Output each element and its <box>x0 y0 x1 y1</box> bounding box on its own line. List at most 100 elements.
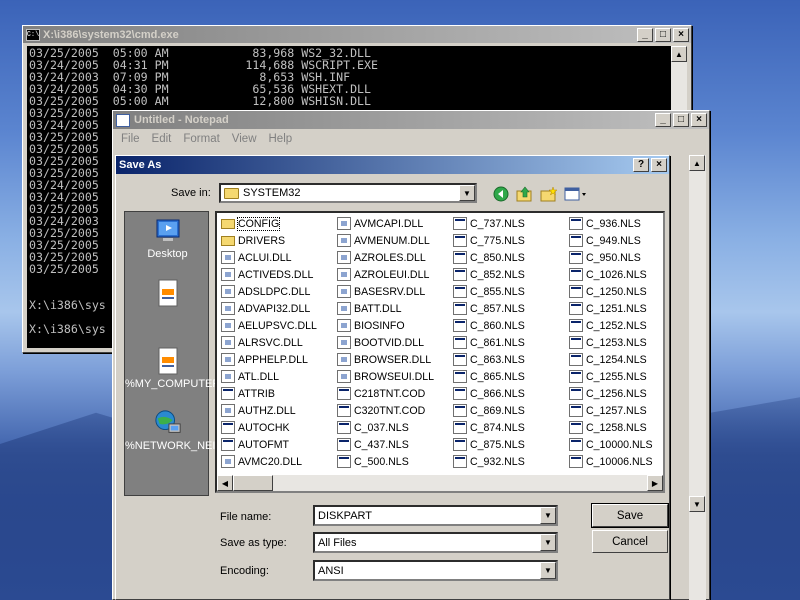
chevron-down-icon[interactable]: ▼ <box>540 534 556 551</box>
file-item[interactable]: AELUPSVC.DLL <box>221 317 317 334</box>
scroll-down-icon[interactable]: ▼ <box>689 496 705 512</box>
notepad-vertical-scrollbar[interactable]: ▲ ▼ <box>689 155 706 600</box>
file-item[interactable]: C_1254.NLS <box>569 351 653 368</box>
file-item[interactable]: C_1258.NLS <box>569 419 653 436</box>
place-my-computer[interactable]: %MY_COMPUTER% <box>125 347 230 390</box>
file-item[interactable]: AUTOFMT <box>221 436 317 453</box>
file-list-horizontal-scrollbar[interactable]: ◀ ▶ <box>217 475 663 491</box>
file-item[interactable]: C_10000.NLS <box>569 436 653 453</box>
file-item[interactable]: C_866.NLS <box>453 385 525 402</box>
file-item[interactable]: ACTIVEDS.DLL <box>221 266 317 283</box>
maximize-button[interactable]: □ <box>673 113 689 127</box>
file-item[interactable]: C_861.NLS <box>453 334 525 351</box>
file-item[interactable]: C218TNT.COD <box>337 385 434 402</box>
close-button[interactable]: × <box>673 27 689 42</box>
file-item[interactable]: ADSLDPC.DLL <box>221 283 317 300</box>
file-item[interactable]: C_1250.NLS <box>569 283 653 300</box>
save-button[interactable]: Save <box>591 503 669 528</box>
file-item[interactable]: C_437.NLS <box>337 436 434 453</box>
file-item[interactable]: C_1257.NLS <box>569 402 653 419</box>
file-item[interactable]: AUTHZ.DLL <box>221 402 317 419</box>
save-as-dialog[interactable]: Save As ? × Save in: SYSTEM32 ▼ Desktop <box>115 155 670 600</box>
place-desktop[interactable]: Desktop <box>125 217 210 260</box>
file-name-field[interactable]: DISKPART ▼ <box>313 505 558 526</box>
file-item[interactable]: AVMC20.DLL <box>221 453 317 470</box>
close-button[interactable]: × <box>691 113 707 127</box>
file-item[interactable]: ATTRIB <box>221 385 317 402</box>
menu-view[interactable]: View <box>232 133 257 145</box>
file-item[interactable]: C_857.NLS <box>453 300 525 317</box>
scroll-up-icon[interactable]: ▲ <box>689 155 705 171</box>
views-menu-icon[interactable] <box>564 185 588 203</box>
menu-edit[interactable]: Edit <box>152 133 172 145</box>
encoding-dropdown[interactable]: ANSI ▼ <box>313 560 558 581</box>
help-button[interactable]: ? <box>633 158 649 172</box>
minimize-button[interactable]: _ <box>655 113 671 127</box>
file-item[interactable]: C_775.NLS <box>453 232 525 249</box>
file-item[interactable]: CONFIG <box>221 215 317 232</box>
scroll-up-icon[interactable]: ▲ <box>671 46 687 62</box>
file-item[interactable]: AUTOCHK <box>221 419 317 436</box>
cmd-titlebar[interactable]: C:\ X:\i386\system32\cmd.exe _ □ × <box>23 26 691 43</box>
back-arrow-icon[interactable] <box>492 185 510 203</box>
close-button[interactable]: × <box>651 158 667 172</box>
file-item[interactable]: BASESRV.DLL <box>337 283 434 300</box>
file-item[interactable]: DRIVERS <box>221 232 317 249</box>
file-item[interactable]: C_10006.NLS <box>569 453 653 470</box>
file-item[interactable]: C_863.NLS <box>453 351 525 368</box>
file-item[interactable]: C_865.NLS <box>453 368 525 385</box>
file-item[interactable]: BATT.DLL <box>337 300 434 317</box>
file-item[interactable]: C_1256.NLS <box>569 385 653 402</box>
place-network[interactable]: %NETWORK_NEIGHBORH... <box>125 409 273 452</box>
file-item[interactable]: APPHELP.DLL <box>221 351 317 368</box>
scroll-right-icon[interactable]: ▶ <box>647 475 663 491</box>
file-item[interactable]: BROWSER.DLL <box>337 351 434 368</box>
file-item[interactable]: C_1026.NLS <box>569 266 653 283</box>
file-item[interactable]: ACLUI.DLL <box>221 249 317 266</box>
scroll-left-icon[interactable]: ◀ <box>217 475 233 491</box>
cancel-button[interactable]: Cancel <box>592 530 668 553</box>
file-item[interactable]: C_869.NLS <box>453 402 525 419</box>
file-item[interactable]: ADVAPI32.DLL <box>221 300 317 317</box>
file-item[interactable]: BROWSEUI.DLL <box>337 368 434 385</box>
file-item[interactable]: C_875.NLS <box>453 436 525 453</box>
file-item[interactable]: ATL.DLL <box>221 368 317 385</box>
file-item[interactable]: AVMENUM.DLL <box>337 232 434 249</box>
menu-file[interactable]: File <box>121 133 140 145</box>
file-item[interactable]: C_850.NLS <box>453 249 525 266</box>
menu-help[interactable]: Help <box>269 133 293 145</box>
file-item[interactable]: AZROLEUI.DLL <box>337 266 434 283</box>
file-item[interactable]: C_860.NLS <box>453 317 525 334</box>
file-item[interactable]: BOOTVID.DLL <box>337 334 434 351</box>
file-item[interactable]: C_855.NLS <box>453 283 525 300</box>
file-item[interactable]: C_737.NLS <box>453 215 525 232</box>
file-item[interactable]: C_500.NLS <box>337 453 434 470</box>
minimize-button[interactable]: _ <box>637 27 653 42</box>
file-item[interactable]: C_852.NLS <box>453 266 525 283</box>
file-item[interactable]: BIOSINFO <box>337 317 434 334</box>
chevron-down-icon[interactable]: ▼ <box>459 185 475 201</box>
file-item[interactable]: C_936.NLS <box>569 215 653 232</box>
file-item[interactable]: ALRSVC.DLL <box>221 334 317 351</box>
file-item[interactable]: C320TNT.COD <box>337 402 434 419</box>
file-item[interactable]: C_1252.NLS <box>569 317 653 334</box>
scroll-thumb[interactable] <box>233 475 273 491</box>
file-item[interactable]: C_037.NLS <box>337 419 434 436</box>
place-my-documents[interactable] <box>125 279 210 310</box>
new-folder-icon[interactable] <box>540 185 558 203</box>
file-item[interactable]: AZROLES.DLL <box>337 249 434 266</box>
file-item[interactable]: C_1253.NLS <box>569 334 653 351</box>
maximize-button[interactable]: □ <box>655 27 671 42</box>
file-list[interactable]: C_936.NLS C_949.NLS C_950.NLS C_1026.NLS C_1… <box>215 211 665 493</box>
file-item[interactable]: AVMCAPI.DLL <box>337 215 434 232</box>
up-folder-icon[interactable] <box>516 185 534 203</box>
file-item[interactable]: C_950.NLS <box>569 249 653 266</box>
chevron-down-icon[interactable]: ▼ <box>540 507 556 524</box>
chevron-down-icon[interactable]: ▼ <box>540 562 556 579</box>
file-item[interactable]: C_932.NLS <box>453 453 525 470</box>
file-item[interactable]: C_1255.NLS <box>569 368 653 385</box>
save-as-titlebar[interactable]: Save As ? × <box>116 156 669 174</box>
file-item[interactable]: C_1251.NLS <box>569 300 653 317</box>
save-in-dropdown[interactable]: SYSTEM32 ▼ <box>219 183 477 203</box>
save-type-dropdown[interactable]: All Files ▼ <box>313 532 558 553</box>
